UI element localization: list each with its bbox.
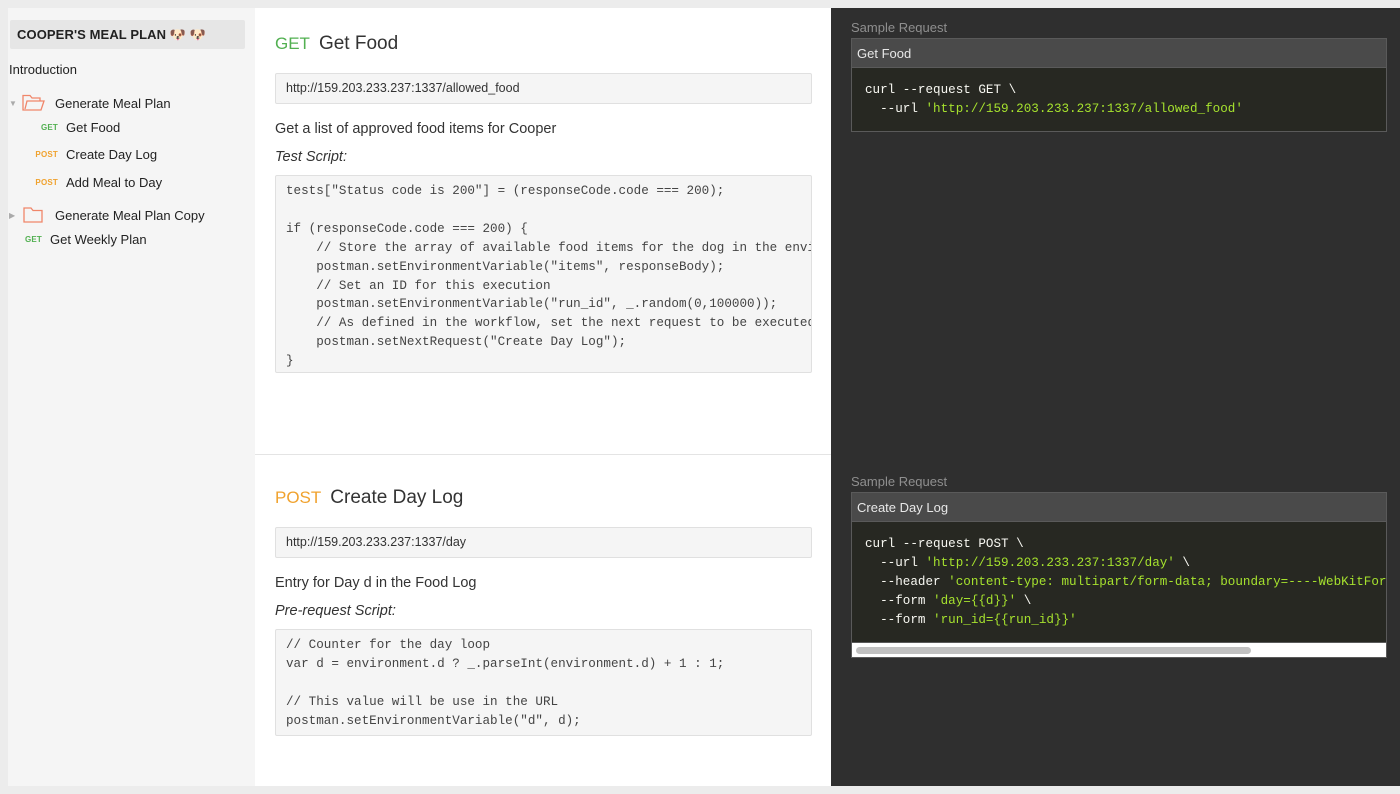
- sample-request-panel: Sample Request Get Food curl --request G…: [831, 8, 1400, 786]
- section-divider: [255, 454, 831, 455]
- request-section-get-food: GET Get Food http://159.203.233.237:1337…: [275, 29, 812, 373]
- sample-request-label: Sample Request: [851, 474, 948, 489]
- sidebar-folder-generate-meal-plan[interactable]: ▼ Generate Meal Plan: [9, 94, 171, 112]
- request-heading: GET Get Food: [275, 29, 812, 59]
- sample-request-title: Create Day Log: [851, 492, 1387, 522]
- method-badge: POST: [35, 178, 58, 187]
- sidebar-item-get-food[interactable]: GET Get Food: [32, 120, 120, 135]
- method-badge: POST: [35, 150, 58, 159]
- folder-open-icon: [22, 94, 45, 111]
- code-line: --form 'run_id={{run_id}}': [865, 612, 1077, 627]
- sample-request-create-day-log: Sample Request Create Day Log curl --req…: [851, 474, 1387, 658]
- method-label: POST: [275, 488, 322, 507]
- sidebar-item-get-weekly-plan[interactable]: GET Get Weekly Plan: [16, 232, 147, 247]
- request-description: Entry for Day d in the Food Log: [275, 575, 477, 591]
- sidebar: COOPER'S MEAL PLAN 🐶 🐶 Introduction ▼ Ge…: [8, 8, 255, 786]
- caret-down-icon[interactable]: ▼: [9, 99, 19, 108]
- sidebar-item-label: Get Weekly Plan: [50, 232, 147, 247]
- script-label: Pre-request Script:: [275, 603, 396, 619]
- sidebar-item-label: Get Food: [66, 120, 121, 135]
- method-label: GET: [275, 34, 310, 53]
- sample-request-label: Sample Request: [851, 20, 948, 35]
- pre-request-script-code[interactable]: // Counter for the day loop var d = envi…: [275, 629, 812, 736]
- code-line: --url 'http://159.203.233.237:1337/day' …: [865, 555, 1190, 570]
- request-heading: POST Create Day Log: [275, 483, 812, 513]
- sidebar-item-introduction[interactable]: Introduction: [9, 62, 77, 77]
- request-title: Get Food: [318, 33, 399, 54]
- test-script-code[interactable]: tests["Status code is 200"] = (responseC…: [275, 175, 812, 373]
- sidebar-folder-generate-meal-plan-copy[interactable]: ▶ Generate Meal Plan Copy: [9, 206, 205, 224]
- caret-right-icon[interactable]: ▶: [9, 211, 19, 220]
- request-description: Get a list of approved food items for Co…: [275, 121, 557, 137]
- method-badge: GET: [40, 123, 58, 132]
- sidebar-item-label: Add Meal to Day: [66, 175, 163, 190]
- sample-request-title: Get Food: [851, 38, 1387, 68]
- request-section-create-day-log: POST Create Day Log http://159.203.233.2…: [275, 483, 812, 736]
- request-url[interactable]: http://159.203.233.237:1337/day: [275, 527, 812, 558]
- sidebar-item-add-meal-to-day[interactable]: POST Add Meal to Day: [32, 175, 162, 190]
- horizontal-scrollbar[interactable]: [851, 643, 1387, 658]
- scrollbar-thumb[interactable]: [856, 647, 1251, 654]
- request-url[interactable]: http://159.203.233.237:1337/allowed_food: [275, 73, 812, 104]
- script-label: Test Script:: [275, 149, 347, 165]
- code-line: --form 'day={{d}}' \: [865, 593, 1032, 608]
- collection-title[interactable]: COOPER'S MEAL PLAN 🐶 🐶: [10, 20, 245, 49]
- folder-icon: [23, 207, 43, 223]
- sample-request-get-food: Sample Request Get Food curl --request G…: [851, 20, 1387, 132]
- sidebar-item-create-day-log[interactable]: POST Create Day Log: [32, 147, 157, 162]
- code-line: curl --request POST \: [865, 537, 1024, 551]
- sample-code-block[interactable]: curl --request GET \ --url 'http://159.2…: [851, 68, 1387, 132]
- method-badge: GET: [24, 235, 42, 244]
- sidebar-folder-label: Generate Meal Plan Copy: [55, 207, 205, 223]
- request-title: Create Day Log: [330, 487, 464, 508]
- sidebar-item-label: Create Day Log: [66, 147, 158, 162]
- sample-code-block[interactable]: curl --request POST \ --url 'http://159.…: [851, 522, 1387, 643]
- documentation-main: GET Get Food http://159.203.233.237:1337…: [255, 8, 831, 786]
- sidebar-folder-label: Generate Meal Plan: [55, 95, 171, 111]
- code-line: --url 'http://159.203.233.237:1337/allow…: [865, 101, 1243, 116]
- code-line: --header 'content-type: multipart/form-d…: [865, 574, 1387, 589]
- code-line: curl --request GET \: [865, 83, 1017, 97]
